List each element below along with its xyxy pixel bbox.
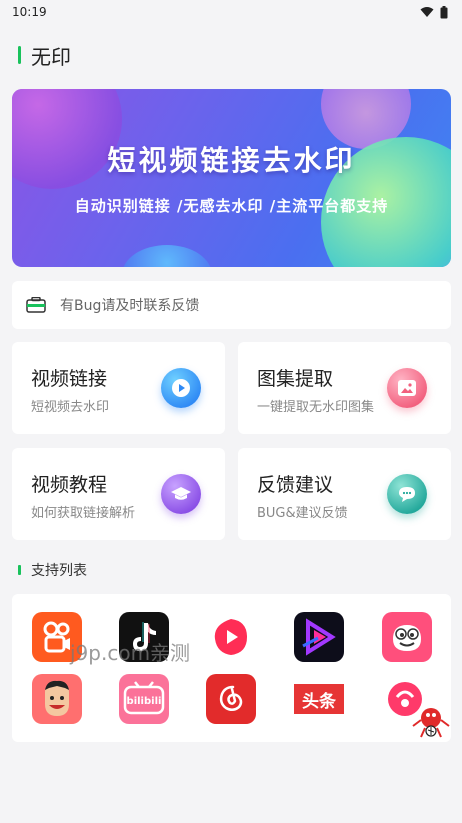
toutiao-icon[interactable]: 头条 [294, 674, 344, 724]
platform-grid: bilibili 头条 [12, 594, 451, 742]
banner-decoration [122, 245, 212, 267]
section-accent-bar [18, 565, 21, 575]
card-subtitle: 短视频去水印 [31, 400, 110, 415]
status-time: 10:19 [12, 5, 47, 19]
section-title: 支持列表 [31, 563, 87, 579]
promo-banner[interactable]: 短视频链接去水印 自动识别链接 /无感去水印 /主流平台都支持 [12, 89, 451, 267]
card-subtitle: 一键提取无水印图集 [257, 400, 375, 415]
card-video-tutorial[interactable]: 视频教程 如何获取链接解析 [12, 448, 225, 540]
card-gallery-extract[interactable]: 图集提取 一键提取无水印图集 [238, 342, 451, 434]
card-subtitle: BUG&建议反馈 [257, 506, 348, 521]
card-title: 视频链接 [31, 368, 108, 390]
image-icon [387, 368, 427, 408]
watermark-text: j9p.com亲测 [70, 641, 191, 665]
wifi-icon [420, 7, 434, 17]
bilibili-icon[interactable]: bilibili [119, 674, 169, 724]
graduation-cap-icon [161, 474, 201, 514]
status-icons [420, 5, 448, 19]
mascot-logo-icon [412, 708, 450, 738]
card-title: 视频教程 [31, 474, 108, 496]
face-app-icon[interactable] [32, 674, 82, 724]
toolbox-icon [26, 297, 46, 313]
video-app-icon[interactable] [294, 612, 344, 662]
notice-text: 有Bug请及时联系反馈 [60, 298, 200, 314]
chat-bubble-icon [387, 474, 427, 514]
weishi-icon[interactable] [206, 612, 256, 662]
toutiao-label: 头条 [294, 684, 344, 714]
banner-subtitle: 自动识别链接 /无感去水印 /主流平台都支持 [74, 197, 389, 215]
feedback-notice[interactable]: 有Bug请及时联系反馈 [12, 281, 451, 329]
card-subtitle: 如何获取链接解析 [31, 506, 136, 521]
status-bar: 10:19 [0, 0, 462, 24]
banner-title: 短视频链接去水印 [107, 144, 356, 177]
pipi-icon[interactable] [382, 612, 432, 662]
card-title: 反馈建议 [257, 474, 334, 496]
card-video-link[interactable]: 视频链接 短视频去水印 [12, 342, 225, 434]
app-title-bar: 无印 [18, 40, 71, 70]
bilibili-label: bilibili [127, 696, 162, 707]
card-title: 图集提取 [257, 368, 334, 390]
title-accent-bar [18, 46, 21, 64]
card-feedback[interactable]: 反馈建议 BUG&建议反馈 [238, 448, 451, 540]
play-icon [161, 368, 201, 408]
support-list-header: 支持列表 [18, 560, 87, 580]
battery-icon [440, 5, 448, 18]
netease-music-icon[interactable] [206, 674, 256, 724]
page-title: 无印 [31, 44, 71, 69]
